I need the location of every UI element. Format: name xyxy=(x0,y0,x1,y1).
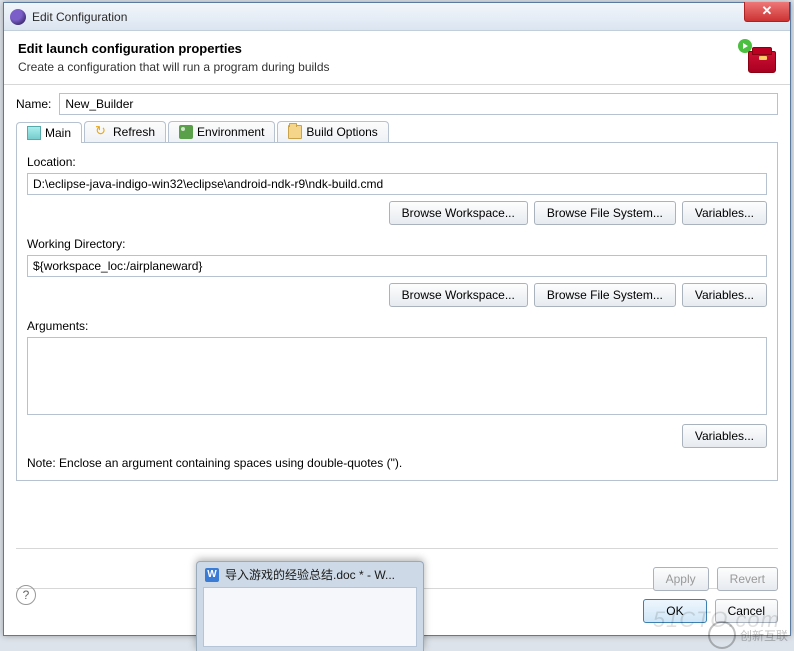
tab-main[interactable]: Main xyxy=(16,122,82,143)
help-button[interactable]: ? xyxy=(16,585,36,605)
cancel-button[interactable]: Cancel xyxy=(715,599,778,623)
dialog-content: Name: Main Refresh Environment Build Opt… xyxy=(4,85,790,493)
wps-icon: W xyxy=(205,568,219,582)
taskbar-preview-thumbnail xyxy=(203,587,417,647)
arguments-variables-button[interactable]: Variables... xyxy=(682,424,767,448)
tab-bar: Main Refresh Environment Build Options xyxy=(16,121,778,143)
location-label: Location: xyxy=(27,155,767,169)
location-browse-filesystem-button[interactable]: Browse File System... xyxy=(534,201,676,225)
dialog-window: Edit Configuration ✕ Edit launch configu… xyxy=(3,2,791,636)
eclipse-icon xyxy=(10,9,26,25)
arguments-input[interactable] xyxy=(27,337,767,415)
taskbar-preview[interactable]: W 导入游戏的经验总结.doc * - W... xyxy=(196,561,424,651)
ok-button[interactable]: OK xyxy=(643,599,706,623)
name-input[interactable] xyxy=(59,93,778,115)
tab-build-options[interactable]: Build Options xyxy=(277,121,388,142)
name-label: Name: xyxy=(16,97,51,111)
window-title: Edit Configuration xyxy=(32,10,127,24)
tab-refresh[interactable]: Refresh xyxy=(84,121,166,142)
location-browse-workspace-button[interactable]: Browse Workspace... xyxy=(389,201,528,225)
folder-icon xyxy=(288,125,302,139)
workdir-browse-filesystem-button[interactable]: Browse File System... xyxy=(534,283,676,307)
dialog-header: Edit launch configuration properties Cre… xyxy=(4,31,790,85)
refresh-icon xyxy=(95,125,109,139)
tab-main-label: Main xyxy=(45,126,71,140)
tab-environment[interactable]: Environment xyxy=(168,121,275,142)
tab-environment-label: Environment xyxy=(197,125,264,139)
apply-button[interactable]: Apply xyxy=(653,567,709,591)
header-icon xyxy=(734,39,776,73)
header-title: Edit launch configuration properties xyxy=(18,41,776,56)
workdir-label: Working Directory: xyxy=(27,237,767,251)
separator xyxy=(16,548,778,549)
header-subtitle: Create a configuration that will run a p… xyxy=(18,60,776,74)
titlebar[interactable]: Edit Configuration ✕ xyxy=(4,3,790,31)
tab-main-panel: Location: Browse Workspace... Browse Fil… xyxy=(16,143,778,481)
revert-button[interactable]: Revert xyxy=(717,567,778,591)
tab-build-options-label: Build Options xyxy=(306,125,377,139)
workdir-variables-button[interactable]: Variables... xyxy=(682,283,767,307)
workdir-input[interactable] xyxy=(27,255,767,277)
environment-icon xyxy=(179,125,193,139)
toolbox-icon xyxy=(748,51,776,73)
arguments-label: Arguments: xyxy=(27,319,767,333)
location-variables-button[interactable]: Variables... xyxy=(682,201,767,225)
taskbar-preview-title: 导入游戏的经验总结.doc * - W... xyxy=(225,566,395,583)
workdir-browse-workspace-button[interactable]: Browse Workspace... xyxy=(389,283,528,307)
arguments-note: Note: Enclose an argument containing spa… xyxy=(27,456,767,470)
tab-refresh-label: Refresh xyxy=(113,125,155,139)
main-tab-icon xyxy=(27,126,41,140)
location-input[interactable] xyxy=(27,173,767,195)
close-button[interactable]: ✕ xyxy=(744,2,790,22)
